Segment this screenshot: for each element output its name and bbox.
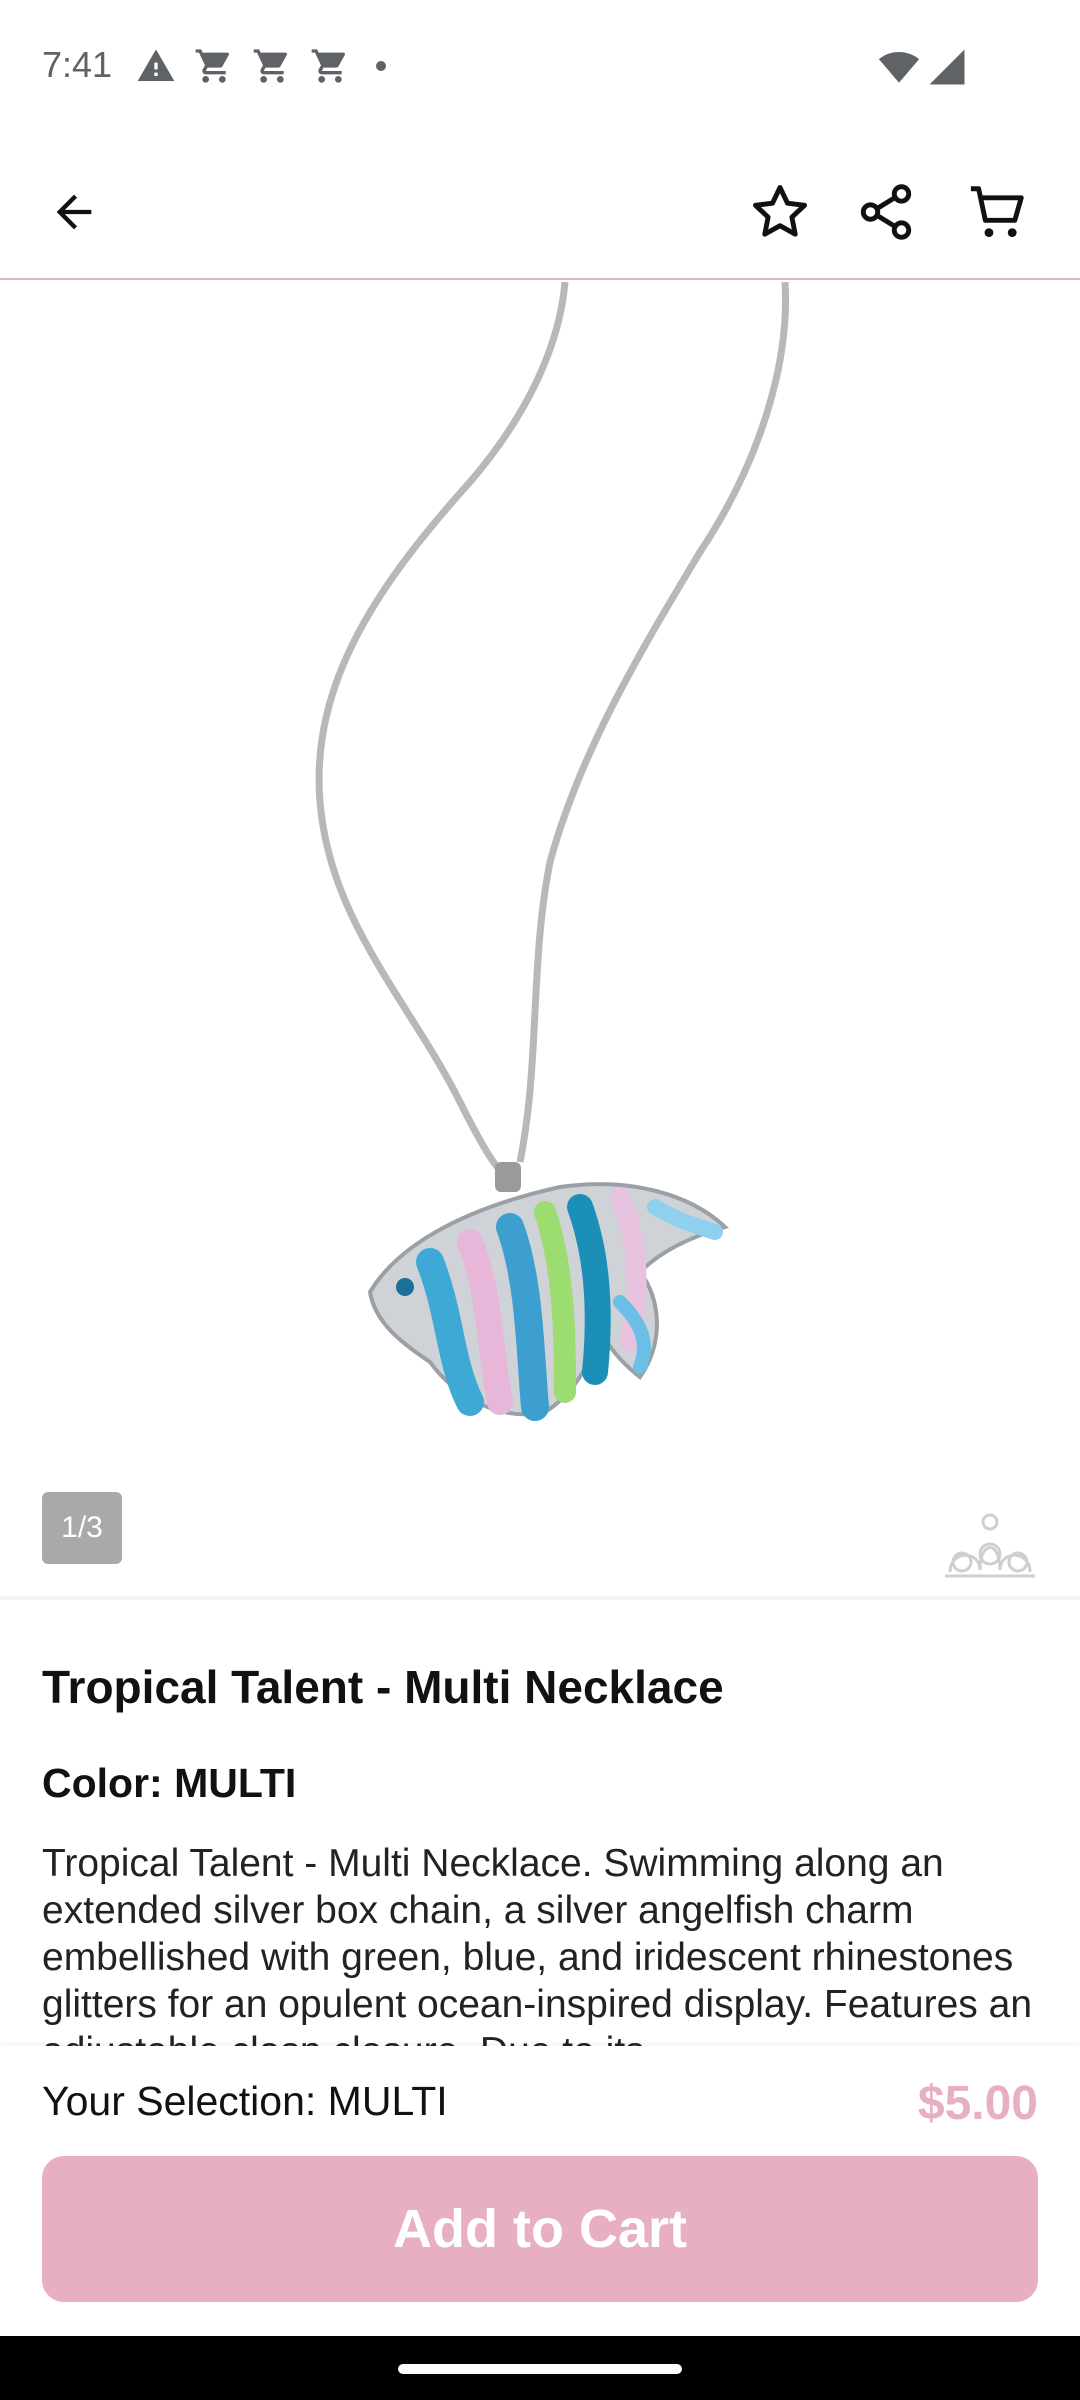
share-button[interactable] — [846, 172, 926, 252]
app-bar — [0, 132, 1080, 280]
selection-label: Your Selection: MULTI — [42, 2078, 448, 2124]
home-gesture-handle[interactable] — [398, 2364, 682, 2374]
product-color: Color: MULTI — [42, 1760, 297, 1806]
more-notifications-dot-icon — [376, 61, 386, 71]
wifi-icon — [878, 51, 920, 83]
product-image-gallery[interactable]: 1/3 — [0, 282, 1080, 1594]
system-navigation-bar — [0, 2336, 1080, 2400]
back-button[interactable] — [36, 174, 112, 250]
price-label: $5.00 — [917, 2077, 1038, 2130]
warning-icon — [137, 49, 175, 81]
brand-crown-logo-icon — [945, 1513, 1035, 1578]
favorite-button[interactable] — [740, 172, 820, 252]
product-image — [315, 282, 790, 1421]
purchase-panel: Your Selection: MULTI $5.00 Add to Cart — [0, 2046, 1080, 2336]
add-to-cart-button[interactable]: Add to Cart — [42, 2156, 1038, 2302]
product-description: Tropical Talent - Multi Necklace. Swimmi… — [42, 1842, 1033, 2046]
status-time: 7:41 — [42, 44, 113, 85]
star-icon — [753, 185, 807, 237]
shopping-cart-icon — [311, 49, 345, 83]
angelfish-charm — [367, 1182, 729, 1421]
status-system-icons — [878, 46, 968, 88]
shopping-cart-icon — [195, 49, 229, 83]
shopping-cart-icon — [253, 49, 287, 83]
image-page-indicator: 1/3 — [42, 1492, 122, 1564]
arrow-left-icon — [56, 194, 92, 230]
product-details: Tropical Talent - Multi Necklace Color: … — [0, 1596, 1080, 2046]
cart-button[interactable] — [958, 172, 1038, 252]
status-notification-icons — [136, 46, 386, 86]
share-icon — [860, 184, 912, 240]
cellular-signal-icon — [929, 49, 965, 85]
status-bar: 7:41 — [0, 0, 1080, 132]
product-title: Tropical Talent - Multi Necklace — [42, 1661, 724, 1713]
cart-icon — [970, 186, 1024, 238]
